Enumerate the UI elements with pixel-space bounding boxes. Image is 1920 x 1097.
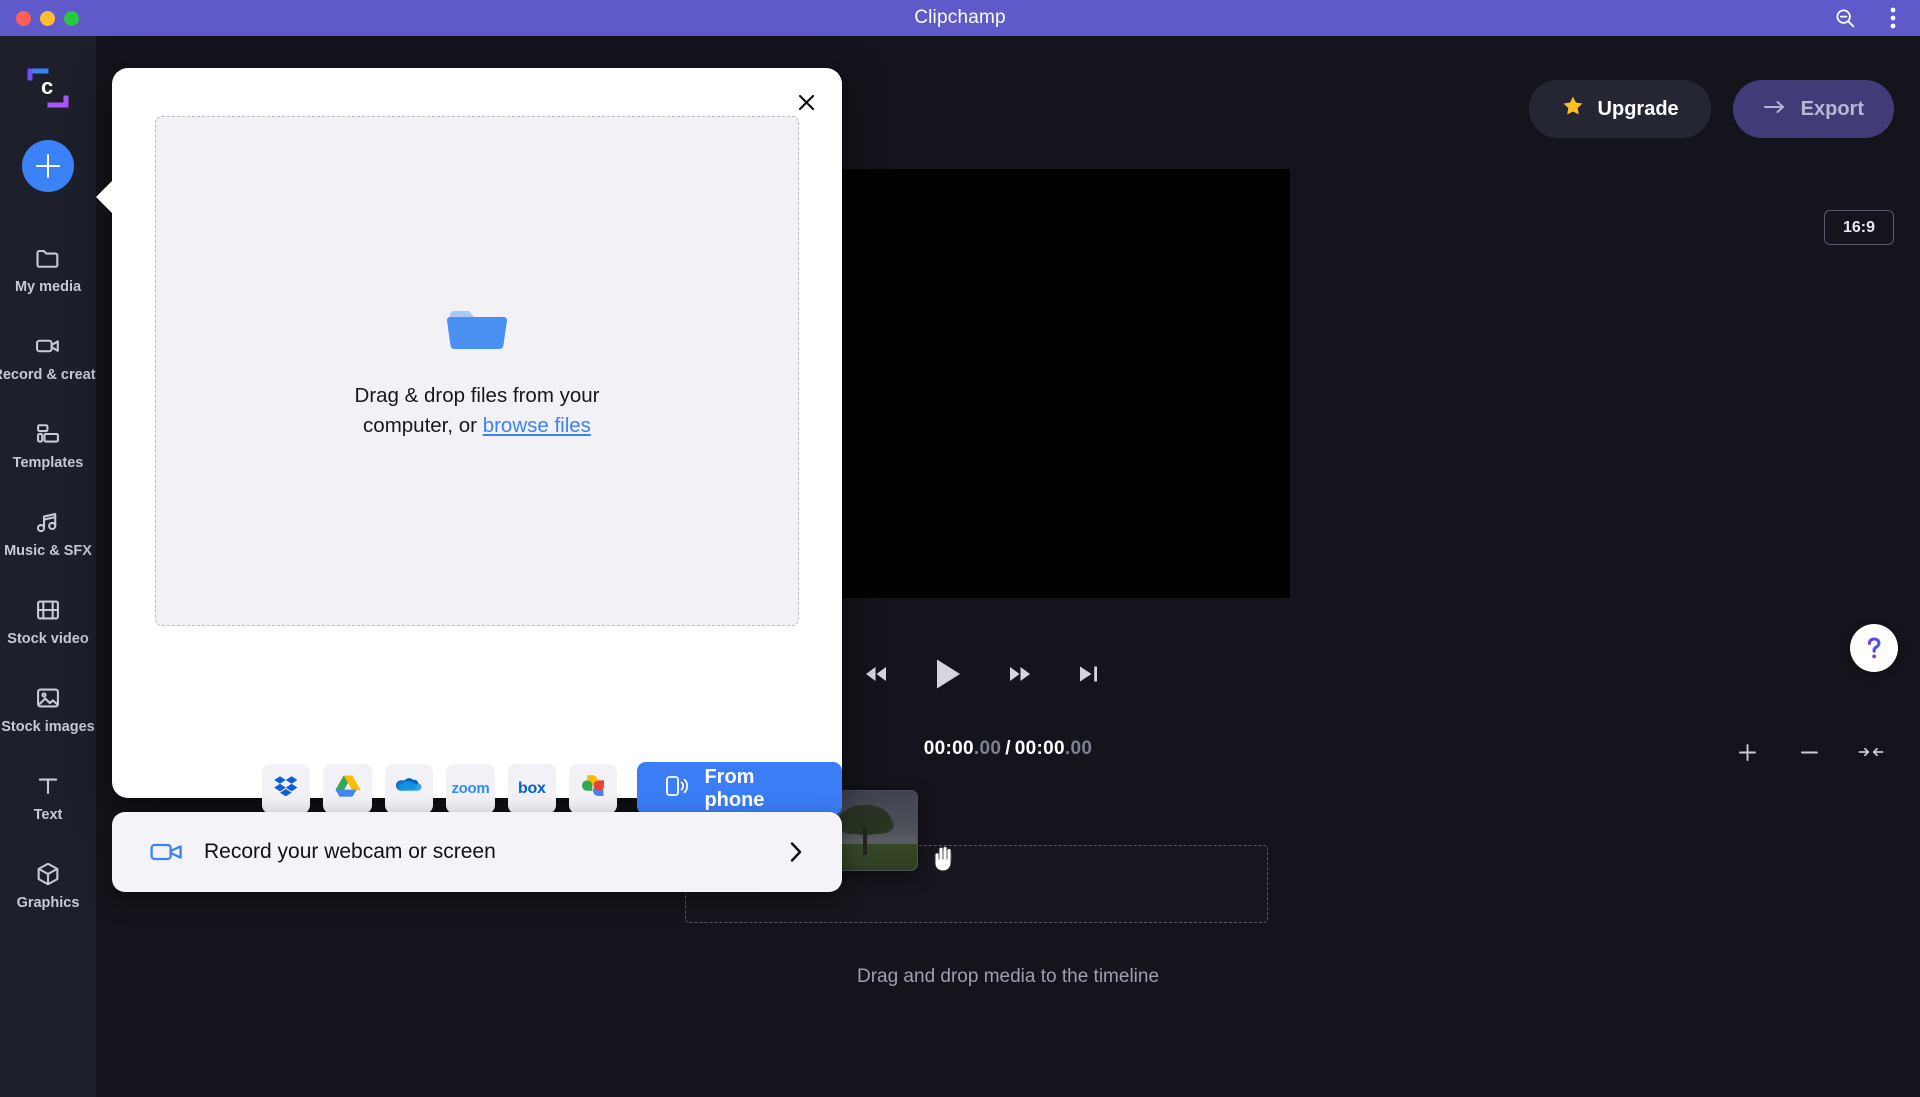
from-phone-button[interactable]: From phone: [637, 762, 843, 815]
clipchamp-app-window: Clipchamp c My media Record & create Tem…: [0, 0, 1920, 1097]
dropbox-button[interactable]: [262, 763, 311, 814]
google-photos-icon: [580, 773, 606, 804]
onedrive-button[interactable]: [384, 763, 434, 814]
phone-signal-icon: [664, 773, 690, 805]
from-phone-label: From phone: [704, 765, 765, 811]
cloud-services-row: zoom box From phone: [262, 762, 843, 815]
dropzone-line1: Drag & drop files from your: [354, 384, 600, 408]
box-button[interactable]: box: [507, 763, 557, 814]
browse-files-link[interactable]: browse files: [483, 414, 591, 437]
dropbox-icon: [273, 773, 299, 804]
record-webcam-or-screen-card[interactable]: Record your webcam or screen: [112, 812, 842, 892]
google-photos-button[interactable]: [569, 763, 618, 814]
chevron-right-icon: [789, 840, 804, 864]
zoom-wordmark-icon: zoom: [451, 780, 490, 797]
dropzone-text: Drag & drop files from your computer, or…: [355, 381, 600, 439]
close-icon[interactable]: [791, 87, 821, 117]
folder-icon: [446, 302, 508, 357]
video-camera-icon: [150, 840, 184, 864]
file-dropzone[interactable]: Drag & drop files from your computer, or…: [155, 116, 799, 626]
dropzone-line2-prefix: computer, or: [363, 413, 483, 437]
google-drive-icon: [335, 774, 361, 803]
upload-modal-layer: Drag & drop files from your computer, or…: [0, 0, 1920, 1097]
zoom-button[interactable]: zoom: [446, 763, 495, 814]
record-card-label: Record your webcam or screen: [204, 840, 496, 863]
upload-modal: Drag & drop files from your computer, or…: [96, 68, 843, 815]
box-wordmark-icon: box: [518, 779, 546, 797]
google-drive-button[interactable]: [323, 763, 372, 814]
onedrive-cloud-icon: [395, 776, 423, 801]
